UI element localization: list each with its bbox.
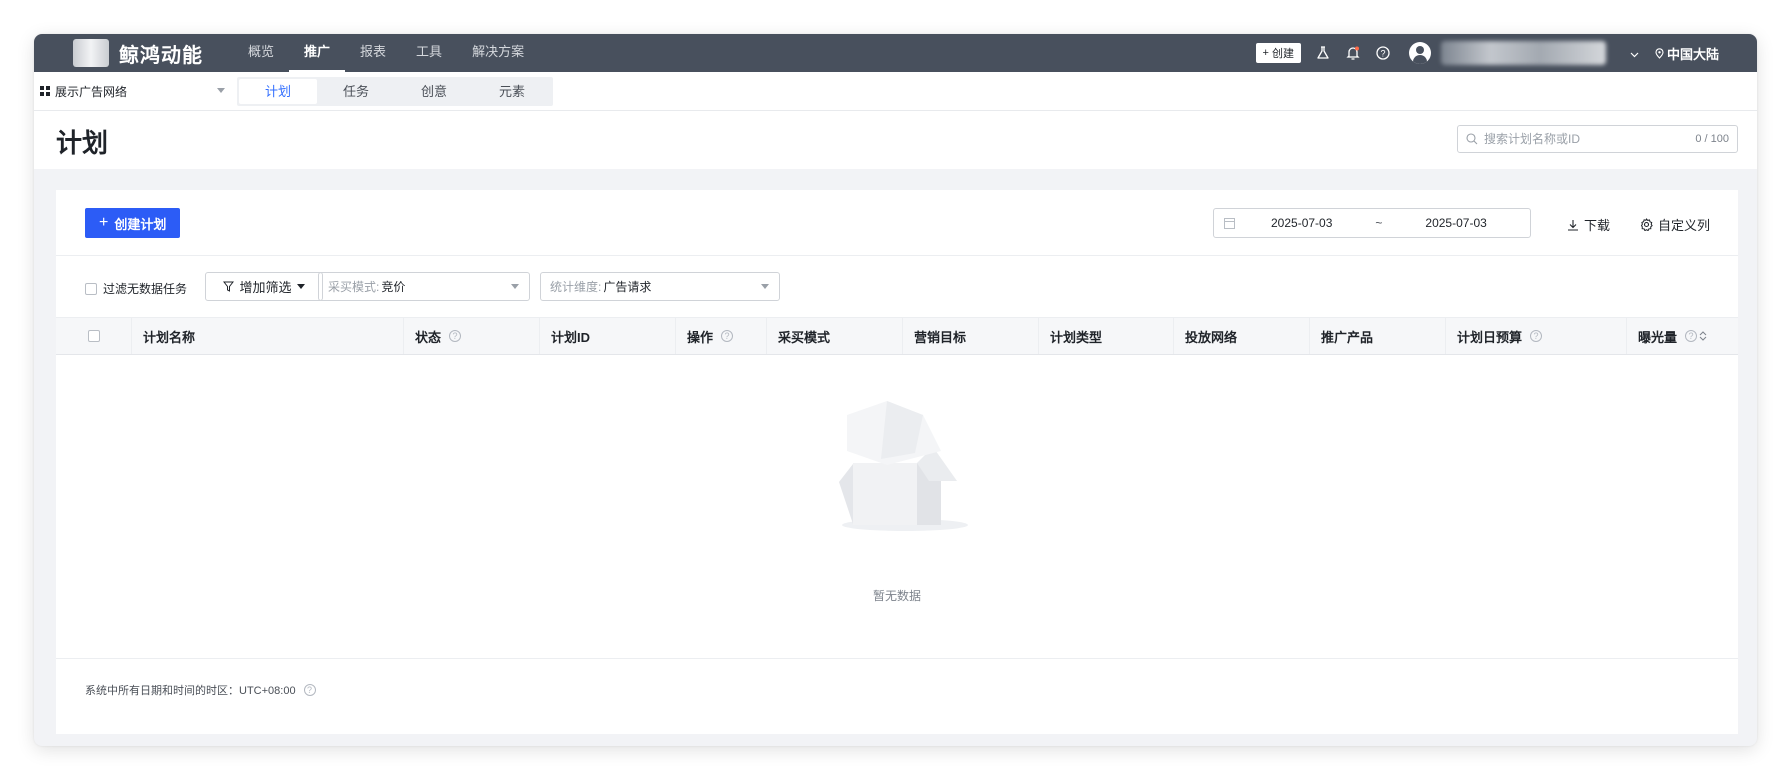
caret-down-icon [296,284,305,289]
date-range-picker[interactable]: 2025-07-03 ~ 2025-07-03 [1213,208,1531,238]
col-marketing-goal[interactable]: 营销目标 [903,318,1039,354]
search-box[interactable]: 0 / 100 [1457,125,1738,153]
top-right-actions: + 创建 ? 中国大陆 [1255,34,1757,72]
nav-item-tools[interactable]: 工具 [401,34,457,72]
filter-no-data-label: 过滤无数据任务 [103,282,188,296]
nav-item-reports[interactable]: 报表 [345,34,401,72]
create-plan-label: 创建计划 [114,216,167,232]
help-icon[interactable]: ? [1375,45,1391,61]
entity-tabs: 计划 任务 创意 元素 [237,76,553,106]
table-toolbar: + 创建计划 2025-07-03 ~ 2025-07-03 下载 自定义列 [56,190,1738,256]
region-selector[interactable]: 中国大陆 [1655,44,1719,63]
gear-icon [1640,218,1653,231]
network-label: 展示广告网络 [55,84,128,99]
chevron-down-icon[interactable] [1630,46,1639,61]
top-nav-bar: 鲸鸿动能 概览 推广 报表 工具 解决方案 + 创建 ? 中国大陆 [34,34,1757,72]
help-icon[interactable]: ? [1685,330,1698,342]
location-pin-icon [1655,47,1664,59]
flask-icon[interactable] [1315,45,1331,61]
search-char-count: 0 / 100 [1695,133,1729,145]
app-window: 鲸鸿动能 概览 推广 报表 工具 解决方案 + 创建 ? 中国大陆 展示广告网络… [34,34,1757,746]
date-end: 2025-07-03 [1425,216,1487,230]
grid-icon [40,86,50,96]
col-status[interactable]: 状态? [404,318,540,354]
caret-down-icon [761,284,769,289]
col-actions[interactable]: 操作? [676,318,767,354]
col-promoted-product[interactable]: 推广产品 [1310,318,1446,354]
date-separator: ~ [1375,216,1383,230]
nav-item-solutions[interactable]: 解决方案 [457,34,539,72]
sort-icon [1699,331,1707,341]
help-icon[interactable]: ? [1530,330,1543,342]
plus-icon: + [1262,47,1269,59]
page-title: 计划 [56,128,109,158]
timezone-text: 系统中所有日期和时间的时区：UTC+08:00 [85,685,296,697]
plus-icon: + [99,214,109,231]
col-delivery-network[interactable]: 投放网络 [1174,318,1310,354]
add-filter-label: 增加筛选 [239,280,292,295]
date-start: 2025-07-03 [1271,216,1333,230]
col-daily-budget[interactable]: 计划日预算? [1446,318,1627,354]
empty-state: 暂无数据 [56,355,1738,659]
help-icon[interactable]: ? [721,330,734,342]
calendar-icon [1224,217,1235,229]
nav-item-promotion[interactable]: 推广 [289,34,346,72]
bell-icon[interactable] [1345,45,1361,61]
filter-bar: 过滤无数据任务 增加筛选 采买模式: 竞价 统计维度: 广告请求 [56,256,1738,318]
stat-dimension-label: 统计维度: [550,280,602,294]
purchase-mode-value: 竞价 [381,280,406,294]
download-button[interactable]: 下载 [1567,215,1610,234]
search-icon [1466,133,1478,145]
network-selector[interactable]: 展示广告网络 [40,83,225,100]
stat-dimension-value: 广告请求 [603,280,652,294]
page-header: 计划 0 / 100 [34,111,1757,169]
add-filter-button[interactable]: 增加筛选 [205,272,323,301]
col-plan-name[interactable]: 计划名称 [132,318,404,354]
caret-down-icon [511,284,519,289]
filter-icon [223,281,235,292]
secondary-bar: 展示广告网络 计划 任务 创意 元素 [34,72,1757,111]
col-plan-type[interactable]: 计划类型 [1039,318,1174,354]
tab-plans[interactable]: 计划 [239,78,317,104]
filter-no-data-checkbox[interactable] [85,282,97,295]
user-name-redacted[interactable] [1440,41,1606,65]
timezone-note: 系统中所有日期和时间的时区：UTC+08:00 ? [85,682,316,698]
purchase-mode-select[interactable]: 采买模式: 竞价 [318,272,530,301]
purchase-mode-label: 采买模式: [328,280,380,294]
stat-dimension-select[interactable]: 统计维度: 广告请求 [540,272,780,301]
caret-down-icon [217,87,225,93]
select-all-cell [56,318,132,354]
download-label: 下载 [1584,218,1611,233]
col-impressions[interactable]: 曝光量? [1627,318,1738,354]
tab-creatives[interactable]: 创意 [395,79,473,104]
help-icon[interactable]: ? [303,684,316,696]
search-input[interactable] [1484,132,1696,146]
empty-box-icon [839,401,968,531]
brand-logo[interactable] [73,39,109,67]
plans-card: + 创建计划 2025-07-03 ~ 2025-07-03 下载 自定义列 过… [56,190,1738,734]
svg-text:?: ? [1380,49,1385,59]
col-plan-id[interactable]: 计划ID [540,318,676,354]
tab-tasks[interactable]: 任务 [317,79,395,104]
help-icon[interactable]: ? [449,330,462,342]
avatar[interactable] [1408,42,1431,64]
nav-item-overview[interactable]: 概览 [233,34,289,72]
filter-no-data-toggle[interactable]: 过滤无数据任务 [85,280,187,297]
col-purchase-mode[interactable]: 采买模式 [767,318,903,354]
region-label: 中国大陆 [1666,46,1719,62]
create-button[interactable]: + 创建 [1255,43,1301,63]
custom-columns-button[interactable]: 自定义列 [1640,215,1710,234]
brand-name[interactable]: 鲸鸿动能 [119,39,203,68]
tab-elements[interactable]: 元素 [473,79,551,104]
download-icon [1568,219,1578,231]
custom-columns-label: 自定义列 [1658,218,1711,233]
create-plan-button[interactable]: + 创建计划 [85,208,181,238]
select-all-checkbox[interactable] [88,330,100,342]
table-header: 计划名称 状态? 计划ID 操作? 采买模式 营销目标 计划类型 投放网络 推广… [56,318,1738,355]
main-nav: 概览 推广 报表 工具 解决方案 [233,34,539,72]
empty-state-text: 暂无数据 [872,589,921,603]
create-button-label: 创建 [1271,48,1294,60]
